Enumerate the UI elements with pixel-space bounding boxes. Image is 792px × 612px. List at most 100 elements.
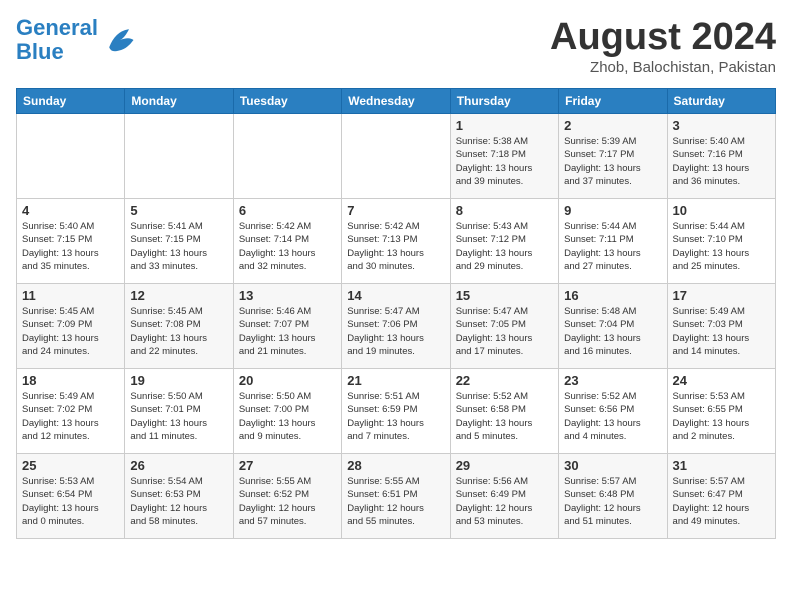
cell-info: Sunrise: 5:40 AM Sunset: 7:15 PM Dayligh… [22,220,119,273]
cell-info: Sunrise: 5:41 AM Sunset: 7:15 PM Dayligh… [130,220,227,273]
calendar-cell: 14 Sunrise: 5:47 AM Sunset: 7:06 PM Dayli… [342,284,450,369]
logo-line2: Blue [16,39,64,64]
day-number: 30 [564,458,661,473]
calendar-cell: 15 Sunrise: 5:47 AM Sunset: 7:05 PM Dayli… [450,284,558,369]
calendar-cell: 6Sunrise: 5:42 AM Sunset: 7:14 PM Daylig… [233,199,341,284]
cell-info: Sunrise: 5:53 AM Sunset: 6:55 PM Dayligh… [673,390,770,443]
calendar-cell: 16 Sunrise: 5:48 AM Sunset: 7:04 PM Dayli… [559,284,667,369]
calendar-cell: 19 Sunrise: 5:50 AM Sunset: 7:01 PM Dayli… [125,369,233,454]
logo-line1: General [16,15,98,40]
header-row: SundayMondayTuesdayWednesdayThursdayFrid… [17,89,776,114]
day-number: 1 [456,118,553,133]
calendar-week-2: 11 Sunrise: 5:45 AM Sunset: 7:09 PM Dayli… [17,284,776,369]
cell-info: Sunrise: 5:49 AM Sunset: 7:03 PM Dayligh… [673,305,770,358]
header-day-tuesday: Tuesday [233,89,341,114]
cell-info: Sunrise: 5:55 AM Sunset: 6:52 PM Dayligh… [239,475,336,528]
day-number: 6 [239,203,336,218]
cell-info: Sunrise: 5:48 AM Sunset: 7:04 PM Dayligh… [564,305,661,358]
day-number: 7 [347,203,444,218]
cell-info: Sunrise: 5:40 AM Sunset: 7:16 PM Dayligh… [673,135,770,188]
header-day-wednesday: Wednesday [342,89,450,114]
calendar-cell: 2Sunrise: 5:39 AM Sunset: 7:17 PM Daylig… [559,114,667,199]
calendar-cell: 30 Sunrise: 5:57 AM Sunset: 6:48 PM Dayli… [559,454,667,539]
calendar-cell [342,114,450,199]
cell-info: Sunrise: 5:38 AM Sunset: 7:18 PM Dayligh… [456,135,553,188]
day-number: 15 [456,288,553,303]
calendar-cell: 22 Sunrise: 5:52 AM Sunset: 6:58 PM Dayli… [450,369,558,454]
day-number: 21 [347,373,444,388]
calendar-cell [17,114,125,199]
day-number: 22 [456,373,553,388]
calendar-table: SundayMondayTuesdayWednesdayThursdayFrid… [16,88,776,539]
cell-info: Sunrise: 5:51 AM Sunset: 6:59 PM Dayligh… [347,390,444,443]
title-block: August 2024 Zhob, Balochistan, Pakistan [550,16,776,76]
day-number: 20 [239,373,336,388]
month-title: August 2024 [550,16,776,59]
cell-info: Sunrise: 5:50 AM Sunset: 7:00 PM Dayligh… [239,390,336,443]
calendar-week-0: 1 Sunrise: 5:38 AM Sunset: 7:18 PM Daylig… [17,114,776,199]
calendar-week-3: 18Sunrise: 5:49 AM Sunset: 7:02 PM Dayli… [17,369,776,454]
day-number: 25 [22,458,119,473]
calendar-cell: 25 Sunrise: 5:53 AM Sunset: 6:54 PM Dayli… [17,454,125,539]
cell-info: Sunrise: 5:52 AM Sunset: 6:58 PM Dayligh… [456,390,553,443]
day-number: 3 [673,118,770,133]
cell-info: Sunrise: 5:42 AM Sunset: 7:13 PM Dayligh… [347,220,444,273]
day-number: 8 [456,203,553,218]
calendar-cell: 26Sunrise: 5:54 AM Sunset: 6:53 PM Dayli… [125,454,233,539]
logo: General Blue [16,16,138,64]
cell-info: Sunrise: 5:39 AM Sunset: 7:17 PM Dayligh… [564,135,661,188]
cell-info: Sunrise: 5:47 AM Sunset: 7:06 PM Dayligh… [347,305,444,358]
day-number: 19 [130,373,227,388]
cell-info: Sunrise: 5:44 AM Sunset: 7:11 PM Dayligh… [564,220,661,273]
calendar-cell: 5 Sunrise: 5:41 AM Sunset: 7:15 PM Daylig… [125,199,233,284]
calendar-cell [125,114,233,199]
calendar-week-4: 25 Sunrise: 5:53 AM Sunset: 6:54 PM Dayli… [17,454,776,539]
calendar-cell: 11 Sunrise: 5:45 AM Sunset: 7:09 PM Dayli… [17,284,125,369]
day-number: 28 [347,458,444,473]
cell-info: Sunrise: 5:46 AM Sunset: 7:07 PM Dayligh… [239,305,336,358]
calendar-cell: 18Sunrise: 5:49 AM Sunset: 7:02 PM Dayli… [17,369,125,454]
day-number: 17 [673,288,770,303]
day-number: 5 [130,203,227,218]
cell-info: Sunrise: 5:45 AM Sunset: 7:09 PM Dayligh… [22,305,119,358]
cell-info: Sunrise: 5:57 AM Sunset: 6:47 PM Dayligh… [673,475,770,528]
calendar-cell: 28Sunrise: 5:55 AM Sunset: 6:51 PM Dayli… [342,454,450,539]
cell-info: Sunrise: 5:54 AM Sunset: 6:53 PM Dayligh… [130,475,227,528]
calendar-cell: 29 Sunrise: 5:56 AM Sunset: 6:49 PM Dayli… [450,454,558,539]
calendar-body: 1 Sunrise: 5:38 AM Sunset: 7:18 PM Daylig… [17,114,776,539]
location: Zhob, Balochistan, Pakistan [550,59,776,76]
day-number: 24 [673,373,770,388]
day-number: 11 [22,288,119,303]
cell-info: Sunrise: 5:56 AM Sunset: 6:49 PM Dayligh… [456,475,553,528]
day-number: 14 [347,288,444,303]
calendar-cell [233,114,341,199]
header-day-saturday: Saturday [667,89,775,114]
calendar-cell: 4 Sunrise: 5:40 AM Sunset: 7:15 PM Daylig… [17,199,125,284]
cell-info: Sunrise: 5:47 AM Sunset: 7:05 PM Dayligh… [456,305,553,358]
calendar-cell: 31Sunrise: 5:57 AM Sunset: 6:47 PM Dayli… [667,454,775,539]
calendar-cell: 9 Sunrise: 5:44 AM Sunset: 7:11 PM Daylig… [559,199,667,284]
calendar-cell: 7 Sunrise: 5:42 AM Sunset: 7:13 PM Daylig… [342,199,450,284]
header-day-thursday: Thursday [450,89,558,114]
cell-info: Sunrise: 5:53 AM Sunset: 6:54 PM Dayligh… [22,475,119,528]
logo-text: General Blue [16,16,98,64]
calendar-cell: 8Sunrise: 5:43 AM Sunset: 7:12 PM Daylig… [450,199,558,284]
logo-icon [102,22,138,58]
page-header: General Blue August 2024 Zhob, Balochist… [16,16,776,76]
cell-info: Sunrise: 5:57 AM Sunset: 6:48 PM Dayligh… [564,475,661,528]
cell-info: Sunrise: 5:52 AM Sunset: 6:56 PM Dayligh… [564,390,661,443]
cell-info: Sunrise: 5:49 AM Sunset: 7:02 PM Dayligh… [22,390,119,443]
day-number: 13 [239,288,336,303]
header-day-friday: Friday [559,89,667,114]
day-number: 27 [239,458,336,473]
day-number: 10 [673,203,770,218]
day-number: 29 [456,458,553,473]
day-number: 16 [564,288,661,303]
header-day-sunday: Sunday [17,89,125,114]
calendar-week-1: 4 Sunrise: 5:40 AM Sunset: 7:15 PM Daylig… [17,199,776,284]
day-number: 4 [22,203,119,218]
calendar-cell: 24 Sunrise: 5:53 AM Sunset: 6:55 PM Dayli… [667,369,775,454]
cell-info: Sunrise: 5:50 AM Sunset: 7:01 PM Dayligh… [130,390,227,443]
day-number: 9 [564,203,661,218]
cell-info: Sunrise: 5:45 AM Sunset: 7:08 PM Dayligh… [130,305,227,358]
